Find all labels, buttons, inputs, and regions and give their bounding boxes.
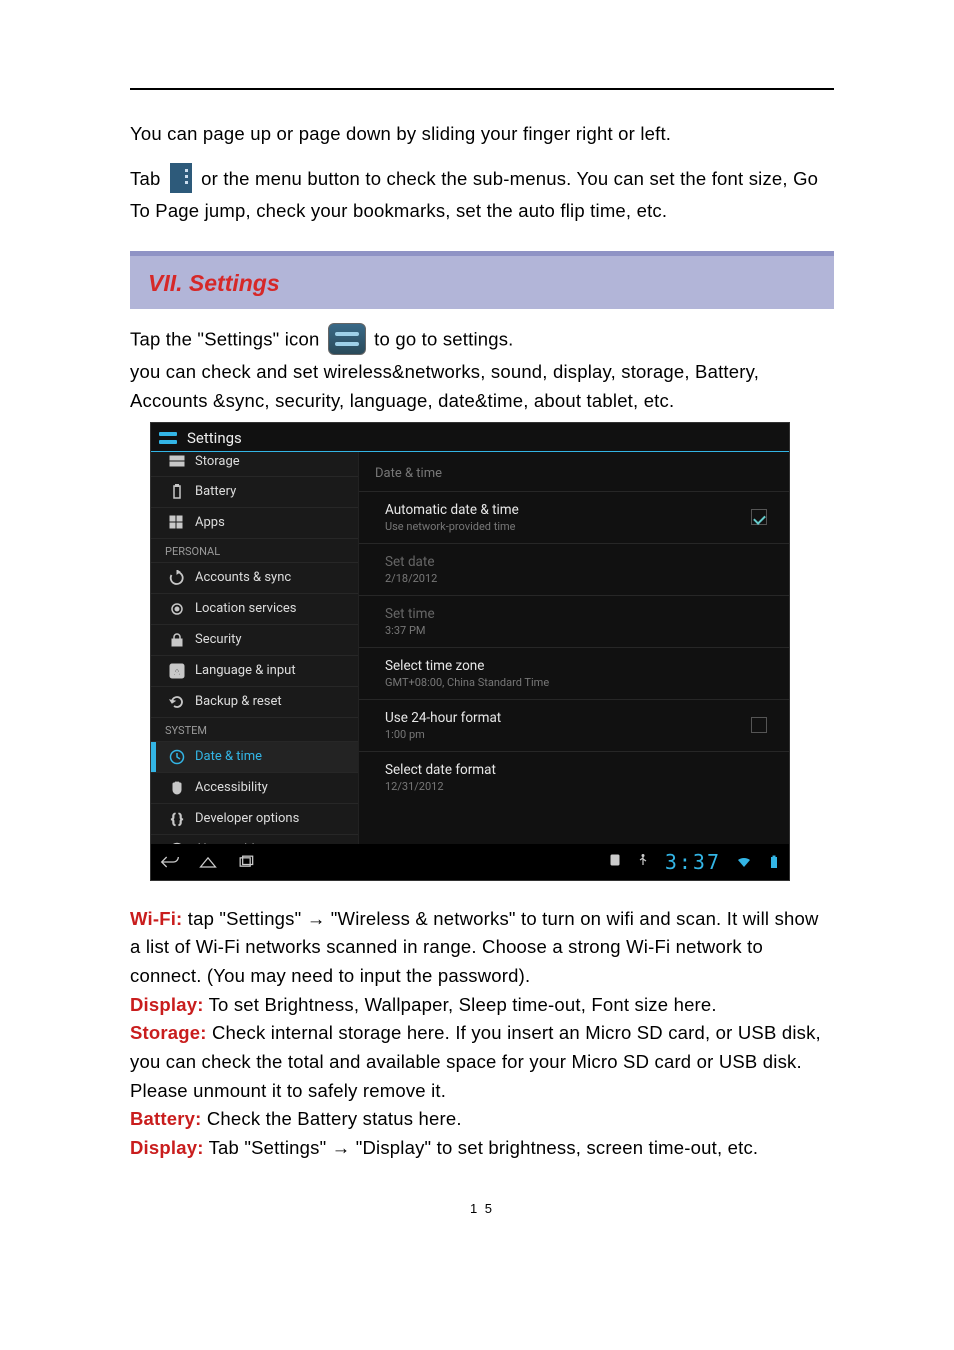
term-battery: Battery: (130, 1108, 202, 1129)
lang-icon: A (169, 663, 185, 679)
storage-icon (169, 454, 185, 470)
checkbox-24hour[interactable] (751, 717, 767, 733)
para-display2: Display: Tab "Settings" → "Display" to s… (130, 1134, 834, 1163)
para-tab-menu: Tab or the menu button to check the sub-… (130, 163, 834, 226)
backup-icon (169, 694, 185, 710)
svg-text:A: A (174, 667, 181, 678)
sidebar-item-accounts-sync[interactable]: Accounts & sync (151, 563, 358, 594)
para-wifi: Wi-Fi: tap "Settings" → "Wireless & netw… (130, 905, 834, 991)
svg-text:{ }: { } (171, 812, 183, 827)
status-usb-icon (637, 854, 649, 869)
clock-icon (169, 749, 185, 765)
status-clock: 3:37 (665, 850, 721, 874)
status-wifi-icon (737, 855, 751, 869)
battery-icon (169, 484, 185, 500)
para-pageflip: You can page up or page down by sliding … (130, 120, 834, 149)
page-number: 1 5 (130, 1201, 834, 1216)
sidebar-item-storage[interactable]: Storage (151, 452, 358, 477)
sidebar-item-developer[interactable]: { } Developer options (151, 804, 358, 835)
lock-icon (169, 632, 185, 648)
hand-icon (169, 780, 185, 796)
divider-top (130, 88, 834, 90)
term-storage: Storage: (130, 1022, 207, 1043)
section-title: VII. Settings (148, 270, 280, 296)
para-storage: Storage: Check internal storage here. If… (130, 1019, 834, 1105)
row-set-date: Set date 2/18/2012 (359, 543, 789, 595)
row-timezone[interactable]: Select time zone GMT+08:00, China Standa… (359, 647, 789, 699)
para-settings-desc: you can check and set wireless&networks,… (130, 358, 834, 415)
topbar-title: Settings (187, 429, 242, 447)
term-wifi: Wi-Fi: (130, 908, 182, 929)
sidebar-item-language[interactable]: A Language & input (151, 656, 358, 687)
target-icon (169, 601, 185, 617)
nav-recents-button[interactable] (235, 851, 257, 873)
settings-app-icon (328, 323, 366, 355)
sidebar-item-apps[interactable]: Apps (151, 508, 358, 539)
sync-icon (169, 570, 185, 586)
sidebar-item-about[interactable]: About tablet (151, 835, 358, 844)
status-battery-icon (767, 855, 781, 869)
detail-header: Date & time (359, 452, 789, 491)
info-icon (169, 842, 185, 844)
row-dateformat[interactable]: Select date format 12/31/2012 (359, 751, 789, 803)
checkbox-auto-datetime[interactable] (751, 509, 767, 525)
sidebar-category-personal: PERSONAL (151, 539, 358, 563)
sidebar-item-datetime[interactable]: Date & time (151, 742, 358, 773)
sidebar-item-location[interactable]: Location services (151, 594, 358, 625)
row-24hour[interactable]: Use 24-hour format 1:00 pm (359, 699, 789, 751)
term-display: Display: (130, 994, 204, 1015)
row-auto-datetime[interactable]: Automatic date & time Use network-provid… (359, 491, 789, 543)
settings-sidebar: Storage Battery Apps PERSONAL (151, 452, 359, 844)
nav-home-button[interactable] (197, 851, 219, 873)
kebab-menu-icon (170, 163, 192, 193)
section-header-settings: VII. Settings (130, 251, 834, 309)
tab-word: Tab (130, 168, 160, 189)
braces-icon: { } (169, 811, 185, 827)
nav-back-button[interactable] (159, 851, 181, 873)
sidebar-item-security[interactable]: Security (151, 625, 358, 656)
apps-icon (169, 515, 185, 531)
sidebar-item-battery[interactable]: Battery (151, 477, 358, 508)
detail-panel: Date & time Automatic date & time Use ne… (359, 452, 789, 844)
sidebar-item-accessibility[interactable]: Accessibility (151, 773, 358, 804)
sidebar-category-system: SYSTEM (151, 718, 358, 742)
para-tap-settings: Tap the "Settings" icon to go to setting… (130, 323, 834, 358)
screenshot-topbar: Settings (151, 423, 789, 452)
status-sd-icon (609, 854, 621, 869)
sidebar-item-backup[interactable]: Backup & reset (151, 687, 358, 718)
tab-rest: or the menu button to check the sub-menu… (130, 168, 818, 221)
para-battery: Battery: Check the Battery status here. (130, 1105, 834, 1134)
term-display2: Display: (130, 1137, 204, 1158)
settings-icon (159, 431, 179, 445)
settings-screenshot: Settings Storage Battery (150, 422, 790, 881)
row-set-time: Set time 3:37 PM (359, 595, 789, 647)
system-navbar: 3:37 (151, 844, 789, 880)
para-display1: Display: To set Brightness, Wallpaper, S… (130, 991, 834, 1020)
